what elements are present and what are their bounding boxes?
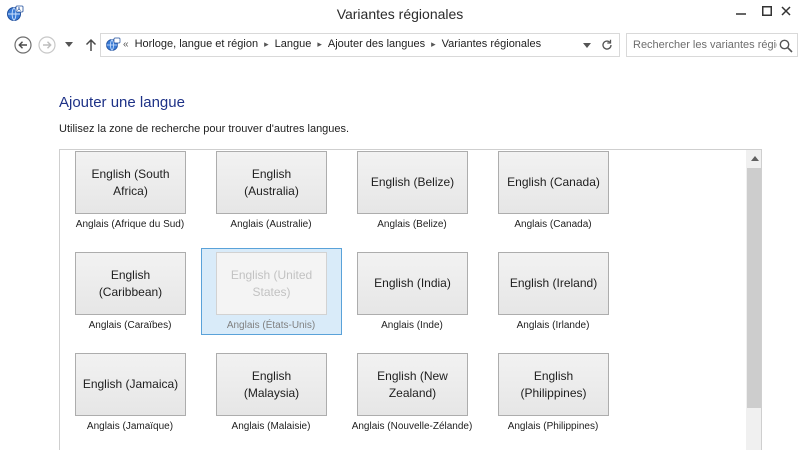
language-button[interactable]: English (Caribbean): [75, 252, 186, 315]
title-bar: A Variantes régionales: [0, 0, 800, 31]
language-caption: Anglais (Australie): [230, 219, 312, 230]
minimize-button[interactable]: [726, 0, 755, 22]
language-button[interactable]: English (Australia): [216, 151, 327, 214]
language-tile-new-zealand[interactable]: English (New Zealand) Anglais (Nouvelle-…: [342, 352, 482, 450]
close-button[interactable]: [771, 0, 800, 22]
language-caption: Anglais (Malaisie): [231, 421, 311, 432]
breadcrumb-overflow[interactable]: «: [123, 39, 129, 50]
language-caption: Anglais (Philippines): [507, 421, 599, 432]
language-tile-south-africa[interactable]: English (South Africa) Anglais (Afrique …: [60, 150, 200, 250]
breadcrumb-separator-icon[interactable]: ▸: [317, 39, 322, 50]
back-arrow-icon: [14, 36, 32, 54]
back-button[interactable]: [13, 35, 33, 55]
up-arrow-icon: [85, 38, 97, 51]
language-caption: Anglais (Afrique du Sud): [75, 219, 185, 230]
language-tile-malaysia[interactable]: English (Malaysia) Anglais (Malaisie): [201, 352, 341, 450]
address-bar[interactable]: « Horloge, langue et région ▸ Langue ▸ A…: [100, 33, 620, 57]
language-caption: Anglais (États-Unis): [226, 320, 316, 331]
breadcrumb: « Horloge, langue et région ▸ Langue ▸ A…: [123, 38, 541, 50]
language-caption: Anglais (Canada): [514, 219, 592, 230]
language-tile-belize[interactable]: English (Belize) Anglais (Belize): [342, 150, 482, 250]
breadcrumb-separator-icon[interactable]: ▸: [431, 39, 436, 50]
breadcrumb-item-language[interactable]: Langue: [275, 38, 312, 50]
language-tile-india[interactable]: English (India) Anglais (Inde): [342, 251, 482, 351]
forward-arrow-icon: [38, 36, 56, 54]
maximize-icon: [761, 6, 772, 16]
breadcrumb-item-add-languages[interactable]: Ajouter des langues: [328, 38, 425, 50]
page-title: Ajouter une langue: [59, 94, 185, 111]
window-title: Variantes régionales: [336, 6, 464, 22]
breadcrumb-item-regional-variants[interactable]: Variantes régionales: [442, 38, 541, 50]
control-panel-icon: [105, 37, 121, 53]
language-button[interactable]: English (Belize): [357, 151, 468, 214]
language-button[interactable]: English (Canada): [498, 151, 609, 214]
search-icon[interactable]: [779, 38, 793, 53]
recent-locations-button[interactable]: [62, 35, 76, 55]
navigation-bar: « Horloge, langue et région ▸ Langue ▸ A…: [0, 31, 800, 61]
search-input[interactable]: [627, 34, 777, 56]
language-caption: Anglais (Jamaïque): [86, 421, 174, 432]
language-tile-jamaica[interactable]: English (Jamaica) Anglais (Jamaïque): [60, 352, 200, 450]
language-caption: Anglais (Inde): [381, 320, 443, 331]
chevron-down-icon: [65, 42, 73, 47]
language-button[interactable]: English (Malaysia): [216, 353, 327, 416]
language-caption: Anglais (Irlande): [516, 320, 590, 331]
refresh-icon: [602, 39, 612, 50]
scroll-up-button[interactable]: [746, 150, 761, 167]
close-icon: [780, 6, 791, 16]
language-tile-canada[interactable]: English (Canada) Anglais (Canada): [483, 150, 623, 250]
language-button[interactable]: English (South Africa): [75, 151, 186, 214]
vertical-scrollbar[interactable]: [746, 150, 761, 450]
scroll-thumb[interactable]: [747, 168, 761, 408]
language-tile-philippines[interactable]: English (Philippines) Anglais (Philippin…: [483, 352, 623, 450]
refresh-button[interactable]: [597, 36, 617, 54]
search-box: [626, 33, 798, 57]
chevron-up-icon: [750, 156, 759, 161]
language-caption: Anglais (Caraïbes): [88, 320, 172, 331]
language-button[interactable]: English (Jamaica): [75, 353, 186, 416]
instructions-text: Utilisez la zone de recherche pour trouv…: [59, 123, 350, 135]
language-button[interactable]: English (India): [357, 252, 468, 315]
language-button[interactable]: English (New Zealand): [357, 353, 468, 416]
language-list: English (South Africa) Anglais (Afrique …: [59, 149, 762, 450]
breadcrumb-separator-icon[interactable]: ▸: [264, 39, 269, 50]
language-tile-ireland[interactable]: English (Ireland) Anglais (Irlande): [483, 251, 623, 351]
language-tile-australia[interactable]: English (Australia) Anglais (Australie): [201, 150, 341, 250]
language-caption: Anglais (Nouvelle-Zélande): [351, 421, 473, 432]
chevron-down-icon: [583, 42, 591, 48]
address-history-button[interactable]: [580, 37, 594, 53]
language-caption: Anglais (Belize): [377, 219, 447, 230]
language-tile-caribbean[interactable]: English (Caribbean) Anglais (Caraïbes): [60, 251, 200, 351]
forward-button[interactable]: [37, 35, 57, 55]
breadcrumb-item-clock-language-region[interactable]: Horloge, langue et région: [135, 38, 259, 50]
language-button[interactable]: English (United States): [216, 252, 327, 315]
minimize-icon: [735, 13, 746, 15]
language-button[interactable]: English (Ireland): [498, 252, 609, 315]
language-tile-united-states[interactable]: English (United States) Anglais (États-U…: [201, 251, 341, 351]
up-button[interactable]: [81, 35, 101, 55]
language-button[interactable]: English (Philippines): [498, 353, 609, 416]
